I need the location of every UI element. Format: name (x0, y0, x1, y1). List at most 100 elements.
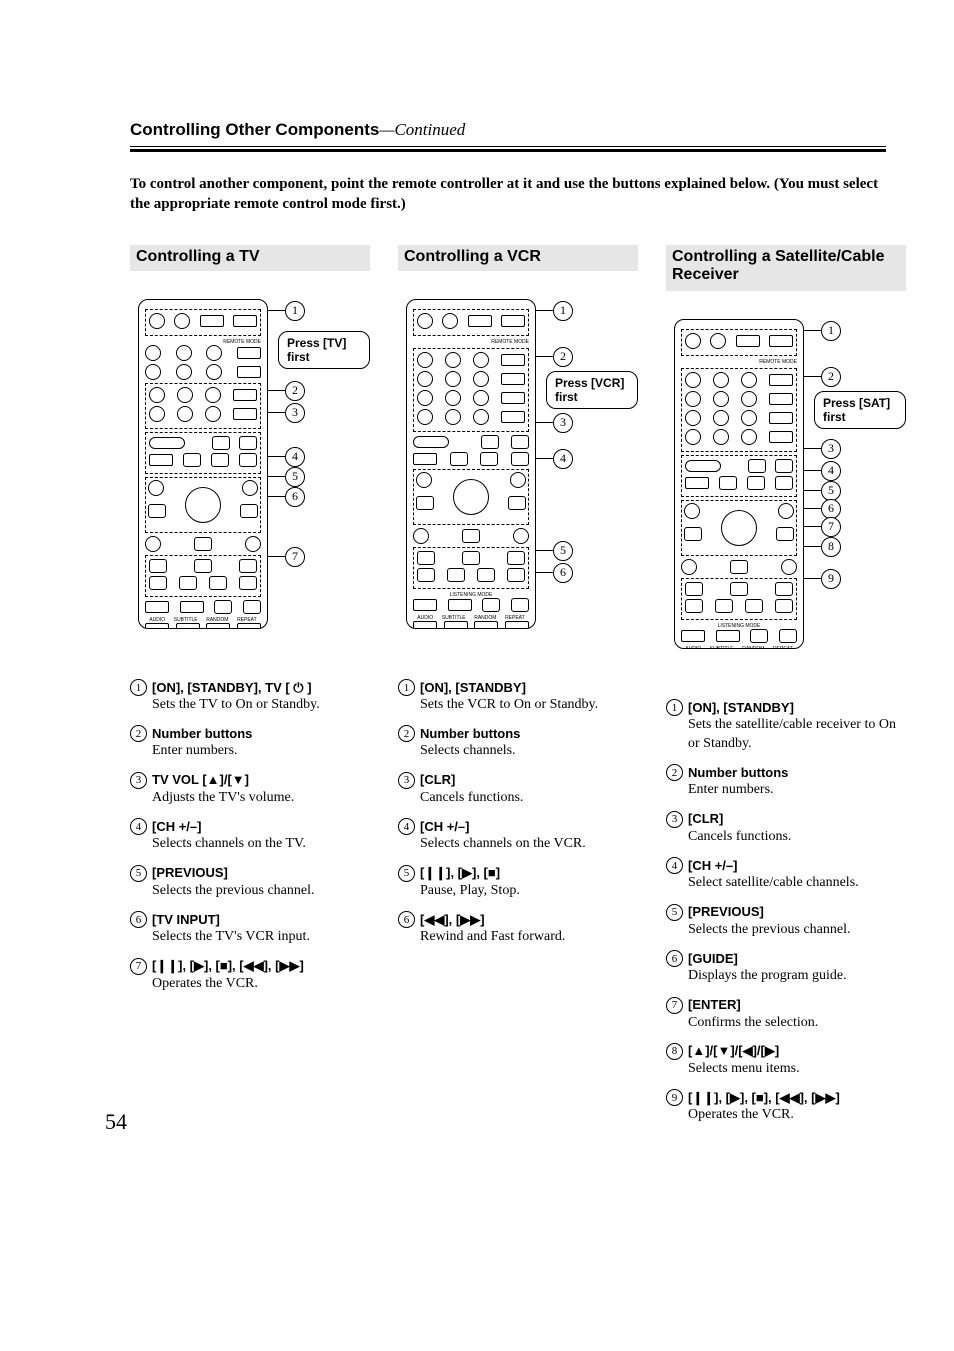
definition-desc: Sets the satellite/cable receiver to On … (688, 716, 906, 754)
definition-title: [▲]/[▼]/[◀]/[▶] (688, 1042, 906, 1060)
callout-3: 3 (553, 413, 573, 433)
definition-body: [ON], [STANDBY]Sets the VCR to On or Sta… (420, 679, 638, 715)
definition-title: [❙❙], [▶], [■], [◀◀], [▶▶] (152, 957, 370, 975)
definition-body: [ON], [STANDBY], TV [ ⏻ ]Sets the TV to … (152, 679, 370, 715)
remote-outline: REMOTE MODE (138, 299, 268, 629)
definition-marker: 9 (666, 1089, 688, 1125)
definition-body: [CLR]Cancels functions. (420, 771, 638, 807)
definition-desc: Enter numbers. (152, 742, 370, 761)
press-first-vcr: Press [VCR] first (546, 371, 638, 410)
definition-title: [CH +/–] (688, 857, 906, 875)
definition-desc: Enter numbers. (688, 781, 906, 800)
definition-desc: Selects channels on the TV. (152, 835, 370, 854)
definition-title: Number buttons (152, 725, 370, 743)
definition-body: [▲]/[▼]/[◀]/[▶]Selects menu items. (688, 1042, 906, 1078)
column-heading: Controlling a Satellite/Cable Receiver (666, 245, 906, 291)
definition-desc: Sets the VCR to On or Standby. (420, 696, 638, 715)
definition-item: 2Number buttonsSelects channels. (398, 725, 638, 761)
callout-4: 4 (821, 461, 841, 481)
definition-item: 6[GUIDE]Displays the program guide. (666, 950, 906, 986)
callout-8: 8 (821, 537, 841, 557)
definition-list-sat: 1[ON], [STANDBY]Sets the satellite/cable… (666, 699, 906, 1126)
callout-6: 6 (821, 499, 841, 519)
definition-item: 4[CH +/–]Selects channels on the VCR. (398, 818, 638, 854)
definition-marker: 2 (130, 725, 152, 761)
definition-title: [ON], [STANDBY] (420, 679, 638, 697)
rule (130, 149, 886, 152)
definition-body: [PREVIOUS]Selects the previous channel. (152, 864, 370, 900)
definition-title: [❙❙], [▶], [■], [◀◀], [▶▶] (688, 1089, 906, 1107)
definition-body: [❙❙], [▶], [■]Pause, Play, Stop. (420, 864, 638, 900)
callout-2: 2 (285, 381, 305, 401)
remote-diagram-sat: REMOTE MODE (666, 309, 906, 689)
definition-desc: Displays the program guide. (688, 967, 906, 986)
column-vcr: Controlling a VCR REMOTE MODE (398, 245, 638, 958)
definition-desc: Confirms the selection. (688, 1014, 906, 1033)
definition-title: [CH +/–] (152, 818, 370, 836)
remote-outline: REMOTE MODE (674, 319, 804, 649)
section-continued: —Continued (379, 120, 465, 139)
definition-title: [◀◀], [▶▶] (420, 911, 638, 929)
definition-desc: Pause, Play, Stop. (420, 882, 638, 901)
definition-body: [CH +/–]Selects channels on the TV. (152, 818, 370, 854)
definition-marker: 3 (398, 771, 420, 807)
definition-title: Number buttons (688, 764, 906, 782)
definition-body: [◀◀], [▶▶]Rewind and Fast forward. (420, 911, 638, 947)
callout-9: 9 (821, 569, 841, 589)
definition-title: [CH +/–] (420, 818, 638, 836)
definition-desc: Selects channels. (420, 742, 638, 761)
definition-body: Number buttonsSelects channels. (420, 725, 638, 761)
definition-item: 4[CH +/–]Selects channels on the TV. (130, 818, 370, 854)
callout-5: 5 (285, 467, 305, 487)
definition-title: [❙❙], [▶], [■] (420, 864, 638, 882)
definition-marker: 6 (398, 911, 420, 947)
definition-marker: 8 (666, 1042, 688, 1078)
definition-desc: Sets the TV to On or Standby. (152, 696, 370, 715)
callout-7: 7 (821, 517, 841, 537)
definition-list-tv: 1[ON], [STANDBY], TV [ ⏻ ]Sets the TV to… (130, 679, 370, 994)
definition-item: 9[❙❙], [▶], [■], [◀◀], [▶▶]Operates the … (666, 1089, 906, 1125)
definition-item: 7[❙❙], [▶], [■], [◀◀], [▶▶]Operates the … (130, 957, 370, 993)
rule (130, 146, 886, 147)
definition-body: [ENTER]Confirms the selection. (688, 996, 906, 1032)
definition-item: 4[CH +/–]Select satellite/cable channels… (666, 857, 906, 893)
definition-marker: 4 (398, 818, 420, 854)
definition-title: [CLR] (420, 771, 638, 789)
definition-item: 8[▲]/[▼]/[◀]/[▶]Selects menu items. (666, 1042, 906, 1078)
columns: Controlling a TV REMOTE MODE (130, 245, 886, 1136)
column-heading: Controlling a TV (130, 245, 370, 271)
definition-marker: 7 (666, 996, 688, 1032)
definition-item: 3[CLR]Cancels functions. (666, 810, 906, 846)
definition-body: TV VOL [▲]/[▼]Adjusts the TV's volume. (152, 771, 370, 807)
definition-desc: Selects the previous channel. (688, 921, 906, 940)
callout-4: 4 (553, 449, 573, 469)
definition-desc: Cancels functions. (420, 789, 638, 808)
definition-item: 2Number buttonsEnter numbers. (666, 764, 906, 800)
definition-item: 7[ENTER]Confirms the selection. (666, 996, 906, 1032)
definition-marker: 4 (666, 857, 688, 893)
definition-item: 5[PREVIOUS]Selects the previous channel. (130, 864, 370, 900)
section-title: Controlling Other Components (130, 120, 379, 139)
definition-marker: 3 (666, 810, 688, 846)
definition-title: [ON], [STANDBY] (688, 699, 906, 717)
definition-desc: Rewind and Fast forward. (420, 928, 638, 947)
definition-desc: Selects the previous channel. (152, 882, 370, 901)
definition-title: [ON], [STANDBY], TV [ ⏻ ] (152, 679, 370, 697)
remote-outline: REMOTE MODE (406, 299, 536, 629)
definition-item: 2Number buttonsEnter numbers. (130, 725, 370, 761)
definition-body: [PREVIOUS]Selects the previous channel. (688, 903, 906, 939)
callout-3: 3 (821, 439, 841, 459)
definition-item: 6[◀◀], [▶▶]Rewind and Fast forward. (398, 911, 638, 947)
definition-body: [CH +/–]Selects channels on the VCR. (420, 818, 638, 854)
definition-desc: Adjusts the TV's volume. (152, 789, 370, 808)
definition-item: 3TV VOL [▲]/[▼]Adjusts the TV's volume. (130, 771, 370, 807)
press-first-sat: Press [SAT] first (814, 391, 906, 430)
definition-desc: Cancels functions. (688, 828, 906, 847)
definition-desc: Selects channels on the VCR. (420, 835, 638, 854)
definition-marker: 6 (130, 911, 152, 947)
intro-text: To control another component, point the … (130, 174, 886, 215)
definition-body: [GUIDE]Displays the program guide. (688, 950, 906, 986)
column-sat: Controlling a Satellite/Cable Receiver R… (666, 245, 906, 1136)
definition-marker: 2 (398, 725, 420, 761)
definition-body: [ON], [STANDBY]Sets the satellite/cable … (688, 699, 906, 754)
